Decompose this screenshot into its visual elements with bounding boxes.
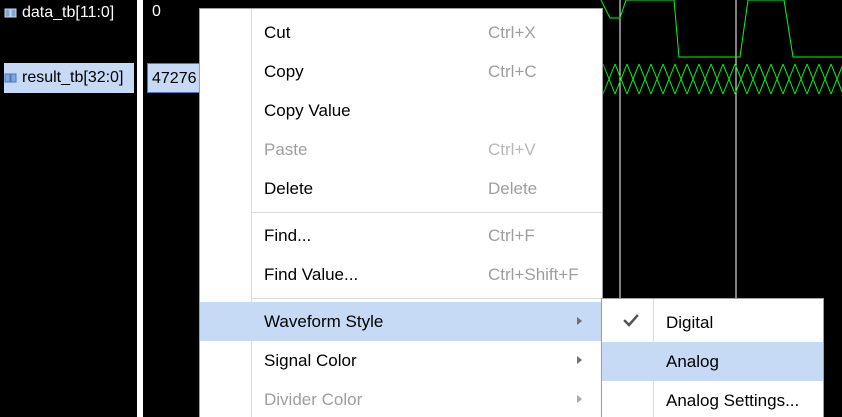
result-tb-waveform — [602, 63, 842, 95]
signal-value-data-tb: 0 — [152, 3, 161, 20]
menu-item-label: Copy Value — [264, 100, 351, 120]
menu-item-label: Digital — [666, 312, 714, 332]
menu-item-label: Delete — [264, 178, 314, 198]
data-tb-waveform — [600, 0, 842, 58]
menu-item-shortcut: Ctrl+C — [488, 61, 537, 81]
submenu-arrow-icon — [577, 356, 582, 364]
menu-item-label: Find... — [264, 225, 312, 245]
signal-name-column: data_tb[11:0] result_tb[32:0] — [0, 0, 137, 417]
menu-item-waveform-style[interactable]: Waveform Style — [200, 302, 602, 341]
menu-item-shortcut: Ctrl+V — [488, 139, 536, 159]
context-menu: Cut Ctrl+X Copy Ctrl+C Copy Value Paste … — [199, 8, 603, 417]
menu-item-shortcut: Ctrl+X — [488, 22, 536, 42]
menu-item-label: Analog Settings... — [666, 390, 800, 410]
menu-item-label: Signal Color — [264, 350, 357, 370]
menu-item-label: Paste — [264, 139, 308, 159]
menu-item-divider-color: Divider Color — [200, 380, 602, 417]
submenu-arrow-icon — [577, 317, 582, 325]
waveform-viewer: data_tb[11:0] result_tb[32:0] 0 47276 Cu… — [0, 0, 842, 417]
menu-separator — [252, 212, 602, 213]
bus-signal-icon — [4, 8, 17, 18]
menu-separator — [252, 298, 602, 299]
menu-item-find[interactable]: Find... Ctrl+F — [200, 216, 602, 255]
signal-value-result-tb: 47276 — [147, 63, 207, 93]
menu-item-copy-value[interactable]: Copy Value — [200, 91, 602, 130]
waveform-style-submenu: Digital Analog Analog Settings... — [601, 298, 824, 417]
menu-item-shortcut: Ctrl+F — [488, 225, 535, 245]
signal-name-label: result_tb[32:0] — [22, 69, 124, 86]
menu-item-label: Find Value... — [264, 264, 359, 284]
menu-item-signal-color[interactable]: Signal Color — [200, 341, 602, 380]
menu-item-find-value[interactable]: Find Value... Ctrl+Shift+F — [200, 255, 602, 294]
menu-item-shortcut: Ctrl+Shift+F — [488, 264, 579, 284]
menu-item-label: Copy — [264, 61, 304, 81]
checkmark-icon — [623, 314, 639, 327]
menu-item-copy[interactable]: Copy Ctrl+C — [200, 52, 602, 91]
signal-name-label: data_tb[11:0] — [22, 4, 115, 21]
menu-item-label: Waveform Style — [264, 311, 384, 331]
menu-item-label: Analog — [666, 351, 719, 371]
submenu-item-analog[interactable]: Analog — [602, 342, 823, 381]
menu-item-label: Divider Color — [264, 389, 363, 409]
signal-row-result-tb[interactable]: result_tb[32:0] — [4, 63, 134, 93]
menu-item-label: Cut — [264, 22, 291, 42]
bus-signal-icon — [4, 73, 17, 83]
submenu-item-digital[interactable]: Digital — [602, 303, 823, 342]
menu-item-cut[interactable]: Cut Ctrl+X — [200, 13, 602, 52]
menu-item-delete[interactable]: Delete Delete — [200, 169, 602, 208]
submenu-item-analog-settings[interactable]: Analog Settings... — [602, 381, 823, 417]
signal-value-column: 0 47276 — [143, 0, 207, 417]
menu-item-paste: Paste Ctrl+V — [200, 130, 602, 169]
signal-row-data-tb[interactable]: data_tb[11:0] — [4, 0, 114, 26]
submenu-arrow-icon — [577, 395, 582, 403]
menu-item-shortcut: Delete — [488, 178, 538, 198]
